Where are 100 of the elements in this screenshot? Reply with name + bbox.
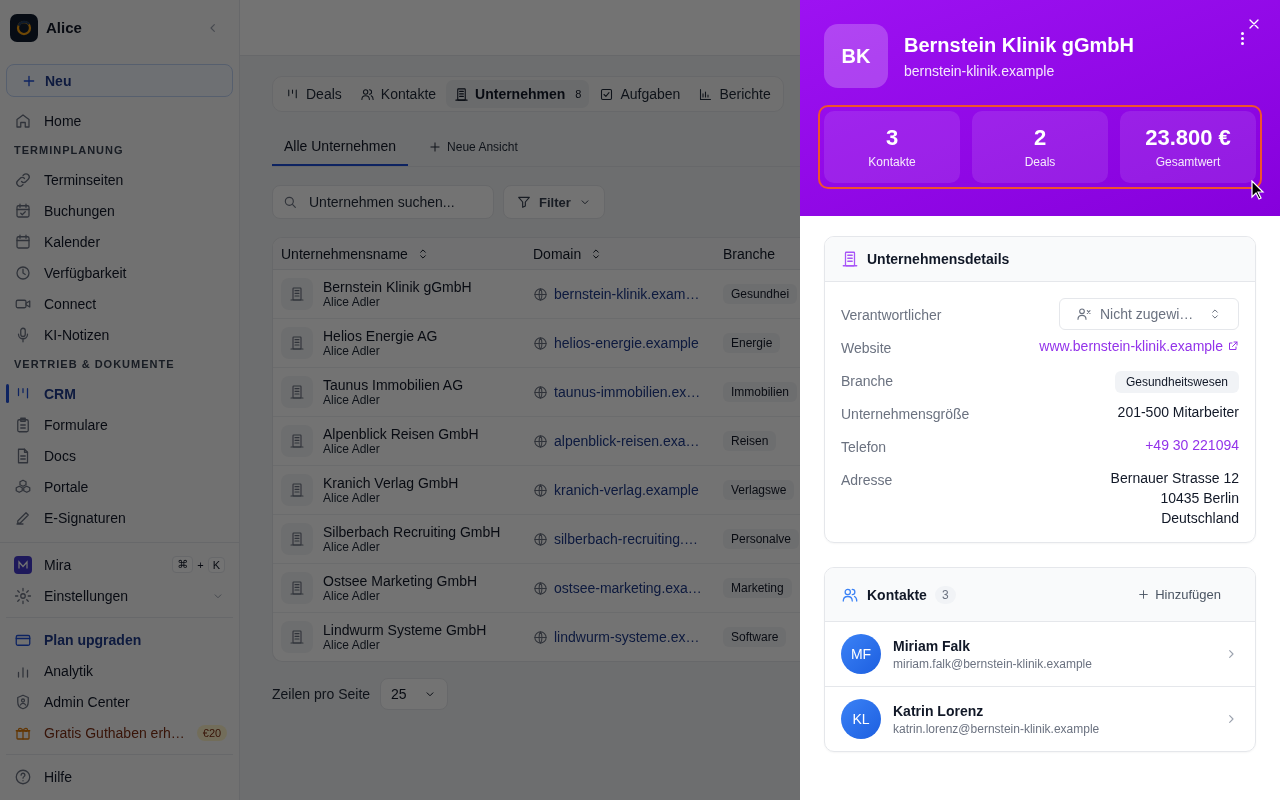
owner-name: Alice Adler (323, 295, 381, 309)
panel-title: Bernstein Klinik gGmbH (904, 34, 1135, 57)
sidebar-item[interactable]: CRM (0, 378, 239, 409)
sidebar-item[interactable]: Gratis Guthaben erh… €20 (0, 717, 239, 748)
column-header[interactable]: Branche (723, 245, 776, 262)
company-name[interactable]: Lindwurm Systeme GmbH (323, 622, 487, 638)
sidebar-item[interactable]: Verfügbarkeit (0, 257, 239, 288)
domain-link[interactable]: helios-energie.example (554, 335, 699, 351)
company-name[interactable]: Kranich Verlag GmbH (323, 475, 459, 491)
industry-tag: Verlagswe (723, 480, 795, 500)
plus-icon (1137, 588, 1151, 601)
sidebar-item-label: Kalender (44, 233, 101, 250)
sidebar-item-label: Mira (44, 556, 72, 573)
globe-icon (533, 433, 548, 449)
building-glyph-icon (289, 580, 305, 596)
stat-value: 3 (885, 125, 899, 151)
globe-icon (533, 531, 548, 547)
sidebar-item[interactable]: Einstellungen (0, 580, 239, 611)
view-tab[interactable]: Alle Unternehmen (272, 130, 409, 166)
tab[interactable]: Unternehmen 8 (446, 80, 590, 108)
keyboard-key: K (207, 556, 225, 573)
user-x-icon (1076, 306, 1092, 322)
globe-icon (533, 335, 548, 351)
sidebar-item-label: Verfügbarkeit (44, 264, 127, 281)
cubes-icon (14, 477, 32, 496)
stat-value: 2 (1033, 125, 1047, 151)
calendar-icon (14, 232, 32, 251)
sidebar-item[interactable]: Formulare (0, 409, 239, 440)
sidebar-item[interactable]: Mira ⌘ + K (0, 549, 239, 580)
domain-link[interactable]: silberbach-recruiting.… (554, 531, 698, 547)
sidebar-item[interactable]: Connect (0, 288, 239, 319)
more-icon[interactable] (1241, 32, 1244, 45)
tab[interactable]: Deals (277, 80, 350, 108)
filter-button[interactable]: Filter (503, 185, 605, 219)
keyboard-key: ⌘ (172, 556, 194, 573)
domain-link[interactable]: kranich-verlag.example (554, 482, 699, 498)
detail-label: Telefon (841, 438, 887, 455)
company-name[interactable]: Helios Energie AG (323, 328, 438, 344)
domain-link[interactable]: alpenblick-reisen.exa… (554, 433, 700, 449)
sidebar-item[interactable]: Buchungen (0, 195, 239, 226)
company-name[interactable]: Bernstein Klinik gGmbH (323, 279, 472, 295)
address-line: Bernauer Strasse 12 (1110, 470, 1239, 486)
owner-name: Alice Adler (323, 638, 381, 652)
add-button[interactable]: Hinzufügen (1131, 586, 1227, 603)
sidebar-item-label: Terminseiten (44, 171, 124, 188)
sidebar-item[interactable]: Hilfe (0, 761, 239, 792)
company-name[interactable]: Silberbach Recruiting GmbH (323, 524, 501, 540)
domain-link[interactable]: bernstein-klinik.exam… (554, 286, 700, 302)
link-icon (14, 170, 32, 189)
sidebar-item[interactable]: E-Signaturen (0, 502, 239, 533)
company-name[interactable]: Taunus Immobilien AG (323, 377, 464, 393)
sidebar-item[interactable]: Analytik (0, 655, 239, 686)
sidebar-item[interactable]: KI-Notizen (0, 319, 239, 350)
company-avatar: BK (824, 24, 888, 88)
column-header[interactable]: Domain (533, 245, 604, 262)
sidebar-item-label: Gratis Guthaben erh… (44, 724, 185, 741)
tab[interactable]: Aufgaben (591, 80, 689, 108)
search-field[interactable]: Unternehmen suchen... (272, 185, 494, 219)
company-name[interactable]: Ostsee Marketing GmbH (323, 573, 478, 589)
sidebar-item[interactable]: Kalender (0, 226, 239, 257)
phone-link[interactable]: +49 30 221094 (1145, 437, 1239, 453)
calendar-check-icon (14, 201, 32, 220)
tab[interactable]: Kontakte (351, 80, 445, 108)
contact-row[interactable]: KL Katrin Lorenz katrin.lorenz@bernstein-klinik.example (825, 687, 1255, 751)
stat-label: Kontakte (868, 155, 916, 169)
owner-name: Alice Adler (323, 589, 381, 603)
tab[interactable]: Berichte (690, 80, 779, 108)
sidebar-item[interactable]: Docs (0, 440, 239, 471)
sidebar-item[interactable]: Plan upgraden (0, 624, 239, 655)
building-glyph-icon (289, 531, 305, 547)
domain-link[interactable]: taunus-immobilien.ex… (554, 384, 701, 400)
rows-per-page-select[interactable]: 25 (380, 678, 448, 710)
filter-icon (516, 194, 532, 210)
domain-link[interactable]: lindwurm-systeme.ex… (554, 629, 700, 645)
contact-row[interactable]: MF Miriam Falk miriam.falk@bernstein-klinik.example (825, 622, 1255, 687)
domain-link[interactable]: ostsee-marketing.exa… (554, 580, 702, 596)
plus-icon (428, 140, 443, 154)
panel-domain: bernstein-klinik.example (904, 63, 1056, 79)
sidebar-item-label: Formulare (44, 416, 108, 433)
sidebar-item[interactable]: Terminseiten (0, 164, 239, 195)
new-view-button[interactable]: Neue Ansicht (428, 130, 518, 166)
card-title: Unternehmensdetails (867, 251, 1010, 267)
address-line: Deutschland (1160, 510, 1239, 526)
sidebar-item-label: Home (44, 112, 82, 129)
company-name[interactable]: Alpenblick Reisen GmbH (323, 426, 479, 442)
column-header[interactable]: Unternehmensname (281, 245, 430, 262)
assistant-logo-icon (14, 555, 32, 574)
building-glyph-icon (289, 286, 305, 302)
bar-chart-icon (698, 86, 714, 102)
sidebar-item[interactable]: Home (0, 105, 239, 136)
sidebar-item[interactable]: Admin Center (0, 686, 239, 717)
tab-count: 8 (575, 88, 582, 100)
sidebar-item[interactable]: Portale (0, 471, 239, 502)
sidebar-item-label: Hilfe (44, 768, 72, 785)
credit-badge: €20 (196, 724, 228, 741)
owner-select[interactable]: Nicht zugewi… (1059, 298, 1239, 330)
rows-per-page-label: Zeilen pro Seite (272, 686, 371, 702)
website-link[interactable]: www.bernstein-klinik.example (1039, 338, 1239, 354)
new-button[interactable]: Neu (6, 64, 233, 97)
building-glyph-icon (289, 384, 305, 400)
